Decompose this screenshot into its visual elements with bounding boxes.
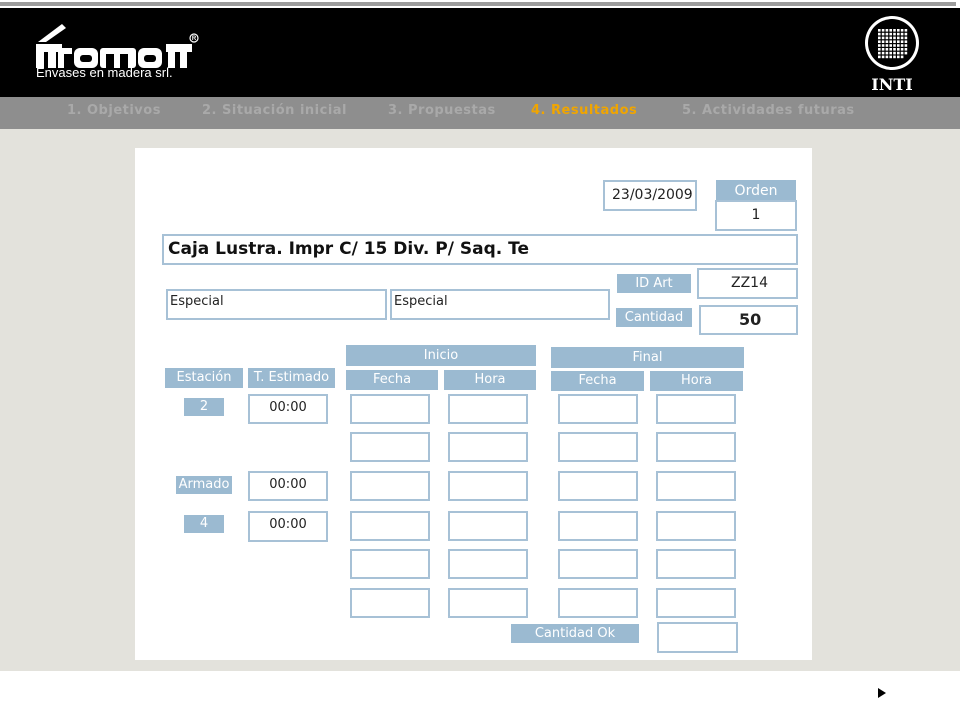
station-label: 2 — [184, 398, 224, 416]
nav-resultados[interactable]: 4. Resultados — [531, 103, 637, 118]
production-order-form: 23/03/2009 Orden 1 Caja Lustra. Impr C/ … — [135, 148, 812, 660]
station-label: Armado — [176, 476, 232, 494]
inti-logo: INTI — [865, 16, 919, 94]
orden-label: Orden — [716, 180, 796, 202]
inicio-hora-cell — [448, 394, 528, 424]
final-hora-cell — [656, 432, 736, 462]
nav-actividades-futuras[interactable]: 5. Actividades futuras — [682, 103, 855, 118]
final-hora-cell — [656, 471, 736, 501]
inicio-hora-cell — [448, 432, 528, 462]
final-fecha-header: Fecha — [551, 371, 644, 391]
top-rule — [0, 0, 960, 8]
footer — [0, 671, 960, 720]
id-art-label: ID Art — [617, 274, 691, 293]
cantidad-ok-field — [657, 622, 738, 653]
final-hora-cell — [656, 549, 736, 579]
final-hora-cell — [656, 588, 736, 618]
tagline: Envases en madera srl. — [36, 65, 173, 80]
inicio-hora-cell — [448, 588, 528, 618]
t-estimado-header: T. Estimado — [248, 368, 335, 388]
inti-wordmark: INTI — [871, 75, 913, 94]
inicio-fecha-cell — [350, 471, 430, 501]
inicio-fecha-cell — [350, 394, 430, 424]
inicio-fecha-cell — [350, 432, 430, 462]
inicio-label: Inicio — [346, 345, 536, 366]
next-slide-icon[interactable] — [878, 688, 886, 698]
final-hora-cell — [656, 394, 736, 424]
final-fecha-cell — [558, 471, 638, 501]
registered-mark: R — [192, 36, 197, 42]
date-field: 23/03/2009 — [603, 180, 697, 211]
inicio-fecha-cell — [350, 588, 430, 618]
id-art-field: ZZ14 — [697, 268, 798, 299]
final-fecha-cell — [558, 394, 638, 424]
tipo-field-1: Especial — [166, 289, 387, 320]
product-title-field: Caja Lustra. Impr C/ 15 Div. P/ Saq. Te — [162, 234, 798, 265]
final-label: Final — [551, 347, 744, 368]
nav-propuestas[interactable]: 3. Propuestas — [388, 103, 496, 118]
station-label: 4 — [184, 515, 224, 533]
cantidad-field: 50 — [699, 305, 798, 335]
final-hora-cell — [656, 511, 736, 541]
t-estimado-field: 00:00 — [248, 471, 328, 501]
inicio-fecha-cell — [350, 511, 430, 541]
section-nav: 1. Objetivos 2. Situación inicial 3. Pro… — [0, 97, 960, 129]
inicio-fecha-header: Fecha — [346, 370, 438, 390]
t-estimado-field: 00:00 — [248, 394, 328, 424]
final-hora-header: Hora — [650, 371, 743, 391]
orden-field: 1 — [715, 200, 797, 231]
cantidad-ok-label: Cantidad Ok — [511, 624, 639, 643]
final-fecha-cell — [558, 549, 638, 579]
header: R Envases en madera srl. INTI — [0, 8, 960, 97]
inicio-hora-cell — [448, 471, 528, 501]
inicio-hora-cell — [448, 549, 528, 579]
final-fecha-cell — [558, 432, 638, 462]
inicio-hora-cell — [448, 511, 528, 541]
nav-objetivos[interactable]: 1. Objetivos — [67, 103, 161, 118]
inicio-hora-header: Hora — [444, 370, 536, 390]
estacion-header: Estación — [165, 368, 243, 388]
final-fecha-cell — [558, 511, 638, 541]
nav-situacion-inicial[interactable]: 2. Situación inicial — [202, 103, 347, 118]
t-estimado-field: 00:00 — [248, 511, 328, 542]
tipo-field-2: Especial — [390, 289, 610, 320]
final-fecha-cell — [558, 588, 638, 618]
inicio-fecha-cell — [350, 549, 430, 579]
cantidad-label: Cantidad — [616, 308, 692, 327]
